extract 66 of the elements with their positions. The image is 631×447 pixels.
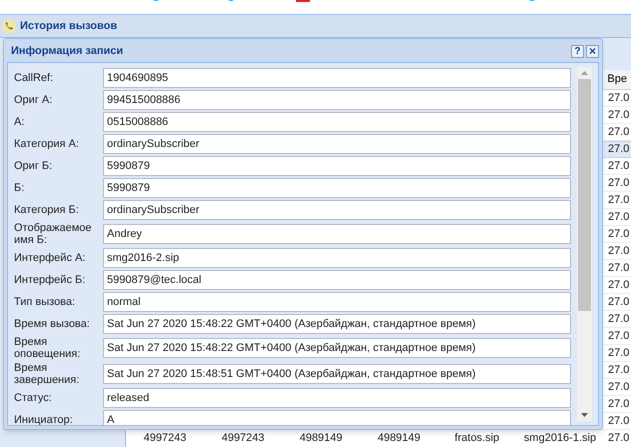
table-cell-text: 27.0	[607, 396, 630, 412]
field-label: Время вызова:	[14, 318, 91, 330]
help-button[interactable]: ?	[571, 44, 584, 58]
table-cell-text: fratos.sip	[454, 431, 500, 446]
table-cell-text: 27.0	[607, 210, 630, 225]
table-cell-text: 27.0	[607, 108, 630, 123]
scrollbar[interactable]	[577, 67, 592, 421]
table-cell-text: 27.0	[607, 362, 630, 378]
dialog-title: Информация записи	[11, 44, 124, 59]
field-label: Интерфейс А:	[14, 252, 86, 264]
table-cell-text: 27.0	[607, 260, 630, 276]
field-label: Время завершения:	[14, 362, 80, 386]
table-cell-text: 27.0	[607, 312, 630, 327]
field-label: Статус:	[14, 392, 53, 404]
input-field[interactable]: 5990879	[103, 156, 571, 176]
table-cell-text: 4997243	[142, 431, 188, 446]
panel-title: История вызовов	[20, 18, 118, 34]
field-label: Ориг А:	[14, 94, 54, 106]
table-cell-text: 27.0	[607, 226, 630, 242]
table-cell-text: 27.0	[607, 431, 630, 446]
table-cell-text: 27.0	[607, 328, 630, 344]
input-field[interactable]: 1904690895	[103, 68, 571, 88]
field-label: А:	[14, 116, 26, 128]
field-label: Б:	[14, 182, 26, 194]
field-label: Интерфейс Б:	[14, 274, 86, 286]
table-cell-text: 4989149	[376, 431, 422, 446]
input-field[interactable]: 5990879	[103, 178, 571, 198]
table-cell-text: 27.0	[607, 278, 630, 293]
input-field[interactable]: Andrey	[103, 224, 571, 244]
table-cell-text: 4997243	[220, 431, 266, 446]
input-field[interactable]: normal	[103, 292, 571, 312]
table-cell-text: 27.0	[607, 346, 630, 361]
field-label: Категория Б:	[14, 204, 80, 216]
input-field[interactable]: 5990879@tec.local	[103, 270, 571, 290]
field-label: Инициатор:	[14, 414, 74, 425]
table-cell-text: 27.0	[607, 244, 630, 259]
field-label: Отображаемое имя Б:	[14, 222, 93, 246]
field-label: Время оповещения:	[14, 336, 82, 360]
table-cell-text: smg2016-1.sip	[522, 431, 598, 446]
input-field[interactable]: 0515008886	[103, 112, 571, 132]
field-label: CallRef:	[14, 72, 54, 84]
table-cell-text: 4989149	[298, 431, 344, 446]
close-button[interactable]: ×	[586, 44, 599, 58]
input-field[interactable]: Sat Jun 27 2020 15:48:22 GMT+0400 (Азербайджан, стандартное время)	[103, 338, 571, 358]
input-field[interactable]: Sat Jun 27 2020 15:48:22 GMT+0400 (Азербайджан, стандартное время)	[103, 314, 571, 334]
field-label: Ориг Б:	[14, 160, 54, 172]
input-field[interactable]: smg2016-2.sip	[103, 248, 571, 268]
table-cell-text: 27.0	[607, 192, 630, 208]
field-label: Категория А:	[14, 138, 80, 150]
table-cell-text: 27.0	[607, 176, 630, 191]
input-field[interactable]: ordinarySubscriber	[103, 134, 571, 154]
phone-icon	[2, 19, 16, 33]
field-label: Тип вызова:	[14, 296, 76, 308]
table-cell-text: 27.0	[607, 90, 630, 106]
table-cell-text: 27.0	[607, 294, 630, 310]
input-field[interactable]: Sat Jun 27 2020 15:48:51 GMT+0400 (Азербайджан, стандартное время)	[103, 364, 571, 384]
table-cell-text: 27.0	[607, 158, 630, 174]
table-cell-text: 27.0	[607, 414, 630, 429]
input-field[interactable]: 994515008886	[103, 90, 571, 110]
table-cell-text: 27.0	[607, 124, 630, 140]
input-field[interactable]: A	[103, 410, 571, 425]
input-field[interactable]: released	[103, 388, 571, 408]
table-cell-text: 27.0	[607, 380, 630, 395]
input-field[interactable]: ordinarySubscriber	[103, 200, 571, 220]
table-cell-text: 27.0	[607, 142, 630, 158]
scroll-thumb[interactable]	[578, 79, 591, 311]
